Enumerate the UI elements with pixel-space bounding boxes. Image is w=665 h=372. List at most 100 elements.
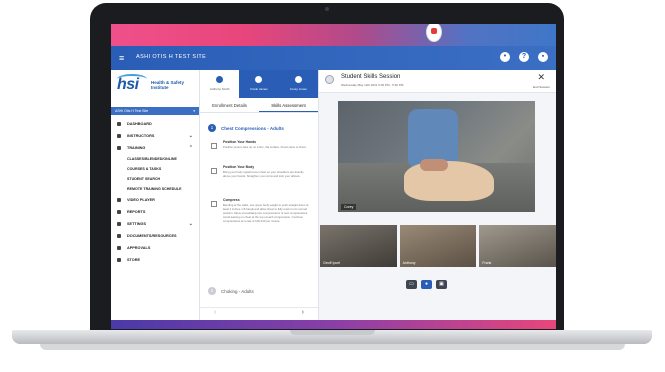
help-icon[interactable]: ? <box>519 52 529 62</box>
alerts-icon[interactable]: • <box>500 52 510 62</box>
training-icon <box>117 146 121 150</box>
webcam-dot <box>325 7 329 11</box>
sidebar-item-settings[interactable]: SETTINGS ⌄ <box>111 218 199 230</box>
sidebar-nav: DASHBOARD INSTRUCTORS ⌄ TRAINING ⌃ CLASSES… <box>111 118 199 266</box>
section-number: 2 <box>208 287 216 295</box>
thumbnail-label: Geoff Ipoel <box>323 261 341 265</box>
sidebar: hsi Health & Safety Institute ASHI Otis … <box>111 70 200 320</box>
user-icon <box>294 76 302 83</box>
participant-tab[interactable]: Anthony Smith <box>200 70 239 98</box>
skill-step: Compress Bending at the waist, use upper… <box>211 198 311 223</box>
sidebar-item-dashboard[interactable]: DASHBOARD <box>111 118 199 130</box>
sidebar-item-training[interactable]: TRAINING ⌃ <box>111 142 199 154</box>
video-hands <box>420 159 448 171</box>
chevron-down-icon: ⌄ <box>188 221 193 227</box>
sidebar-item-instructors[interactable]: INSTRUCTORS ⌄ <box>111 130 199 142</box>
section-title: Choking - Adults <box>221 288 254 294</box>
step-checkbox[interactable] <box>211 168 217 174</box>
sidebar-item-label: INSTRUCTORS <box>127 134 155 138</box>
section-header-collapsed[interactable]: 2 Choking - Adults <box>208 287 254 295</box>
screen-share-icon[interactable]: ▣ <box>436 280 447 289</box>
sidebar-item-documents[interactable]: DOCUMENTS/RESOURCES <box>111 230 199 242</box>
video-participant-label: Corey <box>341 204 357 210</box>
step-title: Position Your Body <box>223 165 255 169</box>
section-number: 1 <box>208 124 216 132</box>
account-icon[interactable]: ▪ <box>538 52 548 62</box>
tab-skills-assessment[interactable]: Skills Assessment <box>259 100 318 112</box>
dashboard-icon <box>117 122 121 126</box>
laptop-base-notch <box>290 330 375 335</box>
microphone-icon[interactable]: ● <box>421 280 432 289</box>
close-icon[interactable]: ✕ <box>537 72 545 83</box>
section-title: Chest Compressions - Adults <box>221 125 284 131</box>
top-bar: ≡ ASHI OTIS H TEST SITE • ? ▪ <box>111 46 556 70</box>
documents-icon <box>117 234 121 238</box>
sidebar-item-label: TRAINING <box>127 146 146 150</box>
assessment-panel: Anthony Smith Frank James Corey Jones En… <box>200 70 319 320</box>
main-video-feed[interactable]: Corey <box>338 101 535 212</box>
call-controls: ▭ ● ▣ <box>406 280 447 289</box>
sidebar-subitem-remote-schedule[interactable]: REMOTE TRAINING SCHEDULE <box>111 184 199 194</box>
sidebar-item-approvals[interactable]: APPROVALS <box>111 242 199 254</box>
thumbnail-label: Frank <box>482 261 492 265</box>
participant-name: Frank James <box>250 87 268 91</box>
bottom-gradient-stripe <box>111 320 556 329</box>
session-subtitle: Wednesday May 12th 2021 5:00 PM - 5:30 P… <box>341 83 404 87</box>
chevron-down-icon: ▾ <box>193 109 195 113</box>
chevron-right-icon[interactable]: › <box>302 309 304 316</box>
sidebar-item-label: SETTINGS <box>127 222 146 226</box>
site-name: ASHI OTIS H TEST SITE <box>136 54 207 60</box>
sidebar-item-store[interactable]: STORE <box>111 254 199 266</box>
user-icon <box>255 76 263 83</box>
settings-icon <box>117 222 121 226</box>
step-description: Bending at the waist, use upper body wei… <box>223 203 309 223</box>
step-title: Position Your Hands <box>223 140 257 144</box>
tab-enrollment-details[interactable]: Enrollment Details <box>200 100 259 112</box>
hamburger-menu-icon[interactable]: ≡ <box>119 53 124 63</box>
site-selector-label: ASHI Otis H Test Site <box>115 109 149 113</box>
sidebar-item-reports[interactable]: REPORTS <box>111 206 199 218</box>
skill-step: Position Your Hands Position person face… <box>211 140 311 149</box>
end-session-label[interactable]: End Session <box>533 85 550 89</box>
top-gradient-stripe <box>111 24 556 46</box>
sidebar-subitem-courses[interactable]: COURSES & TASKS <box>111 164 199 174</box>
chevron-down-icon: ⌄ <box>188 133 193 139</box>
pager: ‹ › <box>200 307 318 320</box>
sidebar-item-video-player[interactable]: VIDEO PLAYER <box>111 194 199 206</box>
session-icon <box>325 75 334 84</box>
sidebar-subitem-classes[interactable]: CLASSES/BLENDED/ONLINE <box>111 154 199 164</box>
video-icon <box>117 198 121 202</box>
step-title: Compress <box>223 198 240 202</box>
notification-logo-icon[interactable] <box>426 24 442 42</box>
participant-name: Corey Jones <box>289 87 307 91</box>
sidebar-item-label: DASHBOARD <box>127 122 152 126</box>
chevron-left-icon[interactable]: ‹ <box>214 309 216 316</box>
thumbnail-label: Anthony <box>402 261 416 265</box>
participant-thumbnail[interactable]: Geoff Ipoel <box>320 225 397 267</box>
participant-thumbnail[interactable]: Anthony <box>399 225 477 267</box>
camera-icon[interactable]: ▭ <box>406 280 417 289</box>
detail-tabs: Enrollment Details Skills Assessment <box>200 100 318 113</box>
section-header[interactable]: 1 Chest Compressions - Adults <box>208 124 284 132</box>
instructors-icon <box>117 134 121 138</box>
step-description: Position person face up on a firm, flat … <box>223 145 307 149</box>
sidebar-item-label: REPORTS <box>127 210 146 214</box>
video-mannequin <box>404 161 494 201</box>
step-checkbox[interactable] <box>211 201 217 207</box>
participant-thumbnail[interactable]: Frank <box>479 225 556 267</box>
sidebar-item-label: VIDEO PLAYER <box>127 198 155 202</box>
participant-thumbnails: Geoff Ipoel Anthony Frank <box>320 225 556 267</box>
hsi-logo[interactable]: hsi Health & Safety Institute <box>117 74 193 94</box>
site-selector[interactable]: ASHI Otis H Test Site ▾ <box>111 107 199 115</box>
laptop-base-shadow <box>40 344 625 350</box>
sidebar-subitem-student-search[interactable]: STUDENT SEARCH <box>111 174 199 184</box>
logo-mark: hsi <box>117 76 139 93</box>
step-checkbox[interactable] <box>211 143 217 149</box>
sidebar-item-label: STORE <box>127 258 141 262</box>
participant-tab-active[interactable]: Frank James <box>239 70 279 98</box>
participant-tabs: Anthony Smith Frank James Corey Jones <box>200 70 318 98</box>
step-description: Bring your body upward over chest so you… <box>223 170 304 178</box>
participant-tab-active[interactable]: Corey Jones <box>278 70 318 98</box>
logo-line-2: Institute <box>151 85 169 90</box>
approvals-icon <box>117 246 121 250</box>
